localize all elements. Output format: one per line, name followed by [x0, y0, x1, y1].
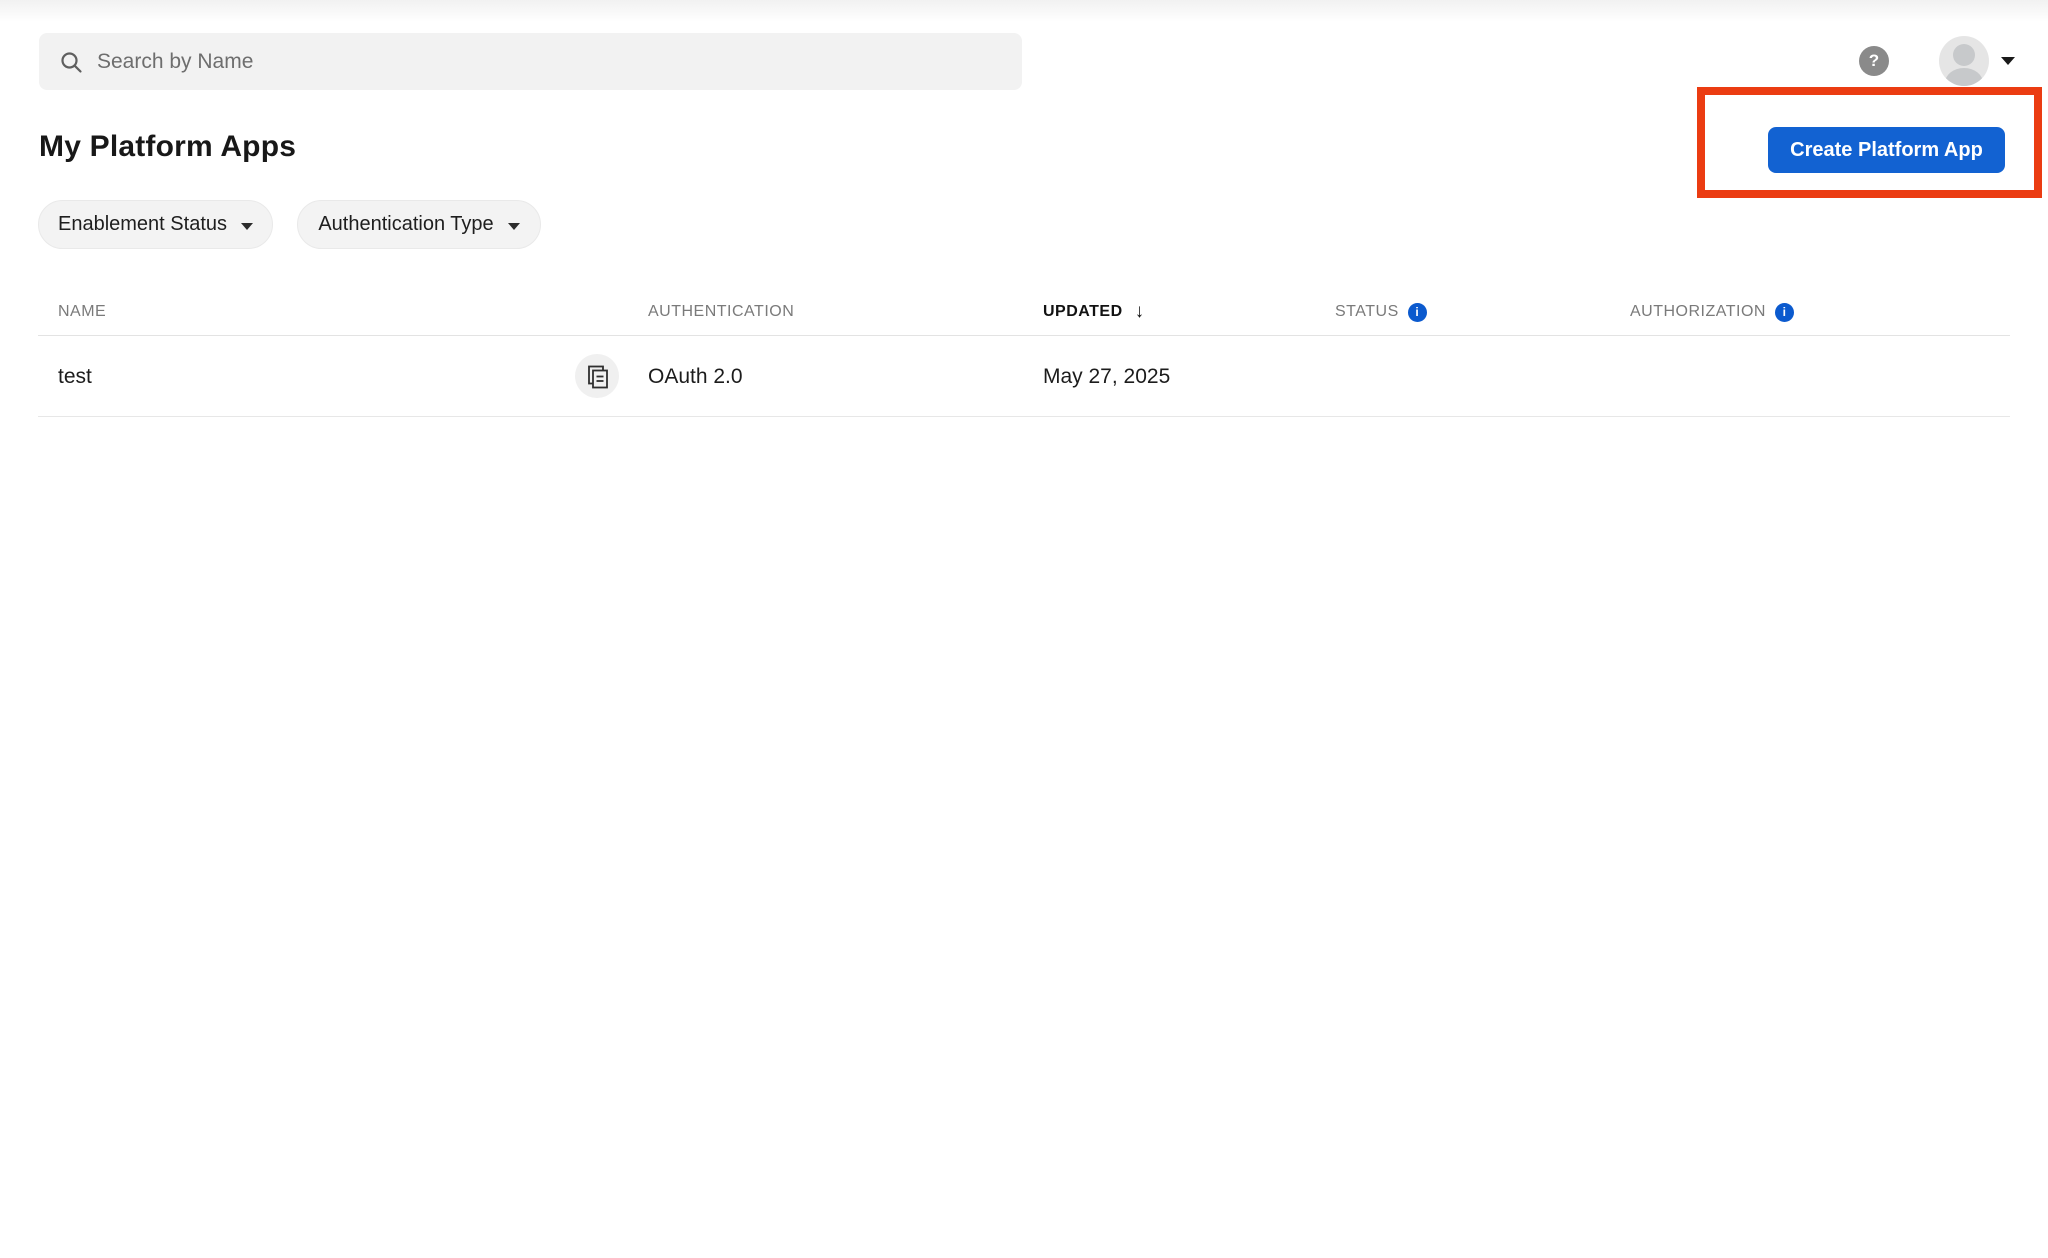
copy-app-info-button[interactable]	[575, 354, 619, 398]
filter-enablement-status[interactable]: Enablement Status	[38, 200, 273, 249]
search-bar[interactable]	[39, 33, 1022, 90]
platform-apps-page: ? My Platform Apps Create Platform App E…	[0, 0, 2048, 1258]
avatar-body-shape	[1945, 68, 1983, 86]
sort-descending-icon: ↓	[1135, 301, 1145, 323]
table-header-row: NAME AUTHENTICATION UPDATED ↓ STATUS i A…	[38, 288, 2010, 336]
column-header-authentication: AUTHENTICATION	[648, 288, 794, 336]
column-header-authorization: AUTHORIZATION i	[1630, 288, 1794, 336]
filter-authentication-type[interactable]: Authentication Type	[297, 200, 541, 249]
avatar-head-shape	[1953, 44, 1975, 66]
authentication-cell: OAuth 2.0	[648, 336, 743, 417]
apps-table: NAME AUTHENTICATION UPDATED ↓ STATUS i A…	[38, 288, 2010, 417]
filter-label: Authentication Type	[318, 213, 493, 236]
page-title: My Platform Apps	[39, 130, 296, 164]
avatar[interactable]	[1939, 36, 1989, 86]
chevron-down-icon	[241, 223, 253, 230]
copy-icon	[585, 364, 610, 389]
app-name-cell[interactable]: test	[58, 336, 92, 417]
updated-cell: May 27, 2025	[1043, 336, 1170, 417]
info-icon[interactable]: i	[1775, 303, 1794, 322]
create-platform-app-button[interactable]: Create Platform App	[1768, 127, 2005, 173]
column-header-status: STATUS i	[1335, 288, 1427, 336]
chevron-down-icon	[2001, 57, 2015, 65]
top-edge-shadow	[0, 0, 2048, 22]
question-mark-icon: ?	[1869, 51, 1879, 71]
info-icon[interactable]: i	[1408, 303, 1427, 322]
help-button[interactable]: ?	[1859, 46, 1889, 76]
column-header-updated[interactable]: UPDATED ↓	[1043, 288, 1145, 336]
account-menu-caret[interactable]	[2001, 57, 2015, 65]
column-header-name: NAME	[58, 288, 106, 336]
search-input[interactable]	[97, 50, 1002, 74]
search-icon	[59, 50, 83, 74]
table-row[interactable]: test OAuth 2.0 May 27, 2025	[38, 336, 2010, 417]
filter-label: Enablement Status	[58, 213, 227, 236]
chevron-down-icon	[508, 223, 520, 230]
